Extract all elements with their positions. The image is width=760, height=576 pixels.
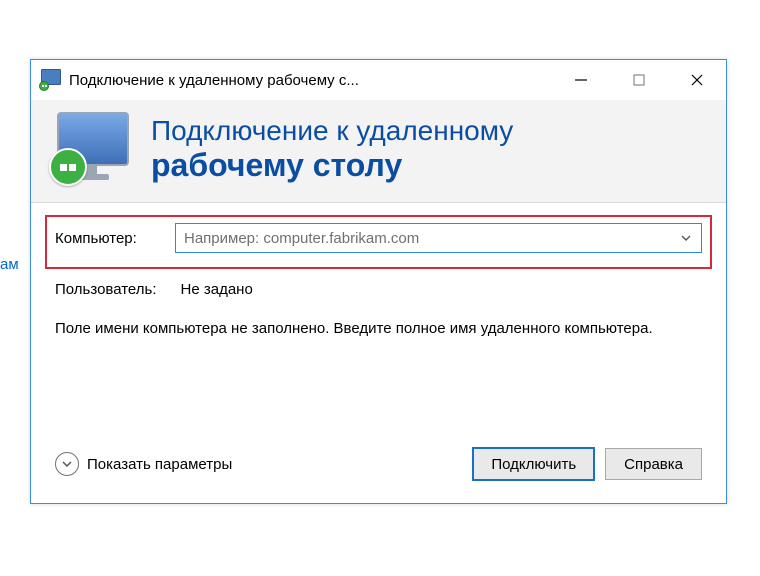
highlighted-field: Компьютер: Например: computer.fabrikam.c… (45, 215, 712, 269)
user-field-row: Пользователь: Не задано (55, 281, 702, 298)
maximize-button[interactable] (610, 60, 668, 100)
rdp-dialog: Подключение к удаленному рабочему с... П… (30, 59, 727, 504)
info-message: Поле имени компьютера не заполнено. Введ… (55, 318, 702, 340)
header-banner: Подключение к удаленному рабочему столу (31, 100, 726, 203)
titlebar: Подключение к удаленному рабочему с... (31, 60, 726, 100)
computer-combobox[interactable]: Например: computer.fabrikam.com (175, 223, 702, 253)
minimize-button[interactable] (552, 60, 610, 100)
chevron-down-circle-icon (55, 452, 79, 476)
show-options-toggle[interactable]: Показать параметры (55, 452, 232, 476)
app-icon (39, 69, 61, 91)
user-value: Не задано (181, 281, 253, 298)
user-label: Пользователь: (55, 281, 157, 298)
computer-field-row: Компьютер: Например: computer.fabrikam.c… (55, 223, 702, 253)
computer-label: Компьютер: (55, 230, 159, 247)
dialog-footer: Показать параметры Подключить Справка (31, 447, 726, 503)
computer-placeholder: Например: computer.fabrikam.com (184, 230, 679, 247)
help-button[interactable]: Справка (605, 448, 702, 480)
background-text-fragment: ам (0, 256, 28, 273)
banner-title: Подключение к удаленному рабочему столу (151, 115, 513, 184)
window-controls (552, 60, 726, 100)
connect-button[interactable]: Подключить (472, 447, 595, 481)
close-button[interactable] (668, 60, 726, 100)
window-title: Подключение к удаленному рабочему с... (69, 72, 540, 89)
banner-title-line2: рабочему столу (151, 147, 513, 184)
banner-title-line1: Подключение к удаленному (151, 115, 513, 147)
show-options-label: Показать параметры (87, 456, 232, 473)
chevron-down-icon (679, 231, 693, 245)
rdp-logo-icon (51, 110, 131, 188)
form-body: Компьютер: Например: computer.fabrikam.c… (31, 203, 726, 447)
